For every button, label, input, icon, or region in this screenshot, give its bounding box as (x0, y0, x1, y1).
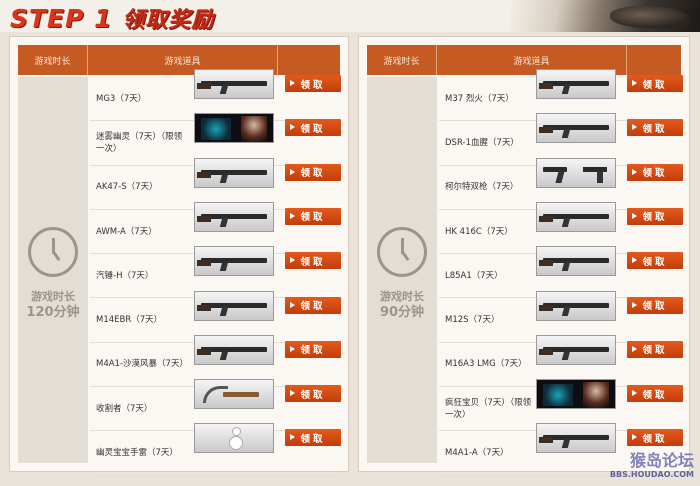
time-label-value: 120分钟 (26, 305, 80, 320)
item-thumbnail (536, 157, 616, 188)
table-header: 游戏时长 游戏道具 (367, 45, 681, 75)
item-thumbnail (536, 69, 616, 99)
table-header: 游戏时长 游戏道具 (18, 45, 340, 75)
column-header-time: 游戏时长 (18, 45, 88, 75)
site-watermark: 猴岛论坛 BBS.HOUDAO.COM (609, 453, 694, 482)
claim-button[interactable]: 领取 (627, 252, 683, 270)
claim-button[interactable]: 领取 (285, 75, 341, 92)
time-label-prefix: 游戏时长 (380, 290, 424, 303)
claim-button[interactable]: 领取 (627, 163, 683, 181)
watermark-sub: BBS.HOUDAO.COM (609, 470, 694, 479)
time-label-prefix: 游戏时长 (31, 290, 75, 303)
column-header-time: 游戏时长 (367, 45, 437, 75)
item-thumbnail (194, 290, 274, 321)
claim-button[interactable]: 领取 (285, 207, 341, 225)
item-name: 幽灵宝宝手雷（7天） (96, 448, 178, 459)
item-name: M12S（7天） (445, 315, 500, 326)
column-header-action (278, 45, 340, 75)
item-thumbnail (536, 379, 616, 410)
item-name: M4A1-A（7天） (445, 448, 509, 459)
time-label: 游戏时长 90分钟 (367, 289, 437, 321)
item-thumbnail (194, 201, 274, 232)
item-thumbnail (194, 157, 274, 188)
claim-button[interactable]: 领取 (285, 385, 341, 403)
item-name: MG3（7天） (96, 93, 147, 104)
claim-button[interactable]: 领取 (285, 296, 341, 314)
item-name: 柯尔特双枪（7天） (445, 182, 519, 193)
item-thumbnail (194, 69, 274, 99)
item-name: DSR-1血腥（7天） (445, 137, 519, 148)
step-number: STEP 1 (10, 4, 113, 33)
claim-button[interactable]: 领取 (285, 163, 341, 181)
item-thumbnail (536, 113, 616, 144)
item-name: HK 416C（7天） (445, 226, 513, 237)
clock-icon (28, 227, 78, 277)
item-thumbnail (194, 379, 274, 410)
item-thumbnail (536, 290, 616, 321)
item-thumbnail (194, 246, 274, 277)
item-name: AK47-S（7天） (96, 182, 158, 193)
claim-button[interactable]: 领取 (285, 252, 341, 270)
time-column: 游戏时长 90分钟 (367, 77, 437, 463)
claim-button[interactable]: 领取 (627, 429, 683, 447)
item-name: 疯狂宝贝（7天）（限领一次） (445, 397, 532, 420)
clock-icon (377, 227, 427, 277)
item-name: M4A1-沙漠风暴（7天） (96, 359, 188, 370)
step-heading: 领取奖励 (122, 8, 215, 33)
claim-button[interactable]: 领取 (627, 119, 683, 137)
claim-button[interactable]: 领取 (285, 340, 341, 358)
time-column: 游戏时长 120分钟 (18, 77, 88, 463)
item-name: L85A1（7天） (445, 270, 503, 281)
claim-button[interactable]: 领取 (627, 207, 683, 225)
claim-button[interactable]: 领取 (627, 296, 683, 314)
time-label-value: 90分钟 (379, 305, 425, 320)
item-thumbnail (536, 201, 616, 232)
item-name: M14EBR（7天） (96, 315, 163, 326)
claim-button[interactable]: 领取 (285, 429, 341, 447)
item-thumbnail (194, 113, 274, 144)
item-thumbnail (536, 334, 616, 365)
item-name: 迷雾幽灵（7天）（限领一次） (96, 131, 183, 154)
item-thumbnail (194, 423, 274, 454)
header-banner-image (510, 0, 700, 32)
claim-button[interactable]: 领取 (627, 385, 683, 403)
item-name: M37 烈火（7天） (445, 93, 514, 104)
column-header-action (627, 45, 681, 75)
claim-button[interactable]: 领取 (627, 75, 683, 92)
item-thumbnail (536, 423, 616, 454)
page-header: STEP 1 领取奖励 (0, 0, 700, 34)
item-name: M16A3 LMG（7天） (445, 359, 527, 370)
item-name: 收割者（7天） (96, 403, 153, 414)
step-title: STEP 1 领取奖励 (10, 2, 214, 34)
item-thumbnail (194, 334, 274, 365)
item-name: AWM-A（7天） (96, 226, 157, 237)
claim-button[interactable]: 领取 (627, 340, 683, 358)
claim-button[interactable]: 领取 (285, 119, 341, 137)
time-label: 游戏时长 120分钟 (18, 289, 88, 321)
item-thumbnail (536, 246, 616, 277)
item-name: 汽锤-H（7天） (96, 270, 154, 281)
